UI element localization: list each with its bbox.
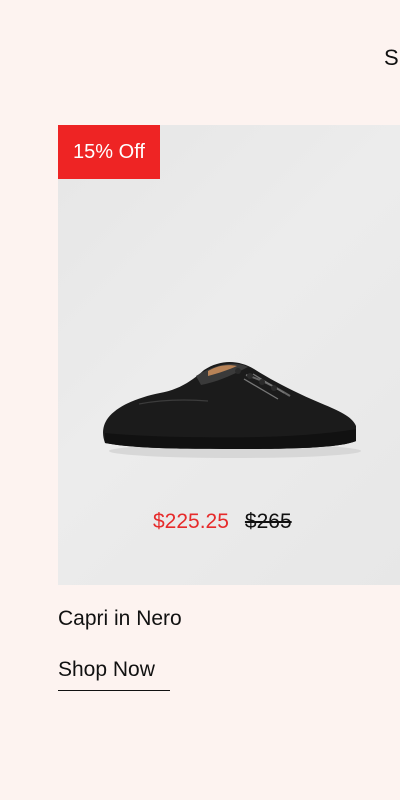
shop-now-link[interactable]: Shop Now xyxy=(58,658,170,691)
next-product-title-partial: S xyxy=(384,45,399,70)
sale-price: $225.25 xyxy=(153,510,229,533)
discount-badge: 15% Off xyxy=(58,125,160,179)
product-name[interactable]: Capri in Nero xyxy=(58,607,182,631)
product-image[interactable] xyxy=(100,355,364,463)
product-card[interactable]: 15% Off $225.25 $265 xyxy=(58,125,400,585)
original-price: $265 xyxy=(244,510,292,533)
price-row: $225.25 $265 xyxy=(153,510,292,534)
